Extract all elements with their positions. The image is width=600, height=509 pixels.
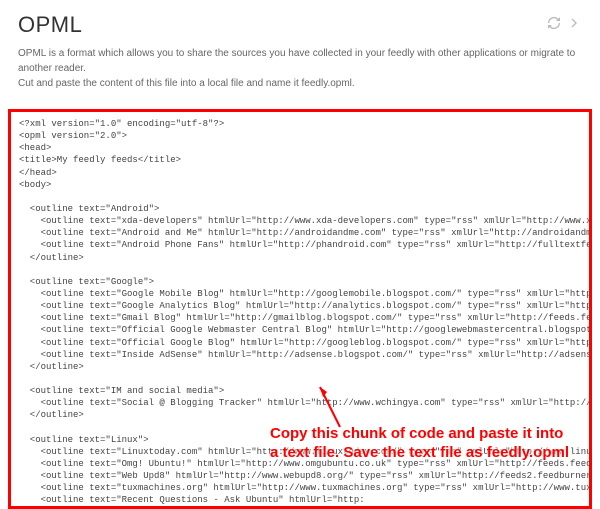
refresh-icon[interactable] [546, 15, 562, 36]
nav-icons [546, 15, 582, 36]
page-header: OPML OPML is a format which allows you t… [0, 0, 600, 109]
title-row: OPML [18, 12, 582, 38]
description: OPML is a format which allows you to sha… [18, 46, 582, 91]
desc-line-2: Cut and paste the content of this file i… [18, 76, 582, 91]
annotation-text: Copy this chunk of code and paste it int… [270, 425, 570, 463]
desc-line-1: OPML is a format which allows you to sha… [18, 46, 582, 76]
page-title: OPML [18, 12, 82, 38]
chevron-right-icon[interactable] [566, 15, 582, 36]
